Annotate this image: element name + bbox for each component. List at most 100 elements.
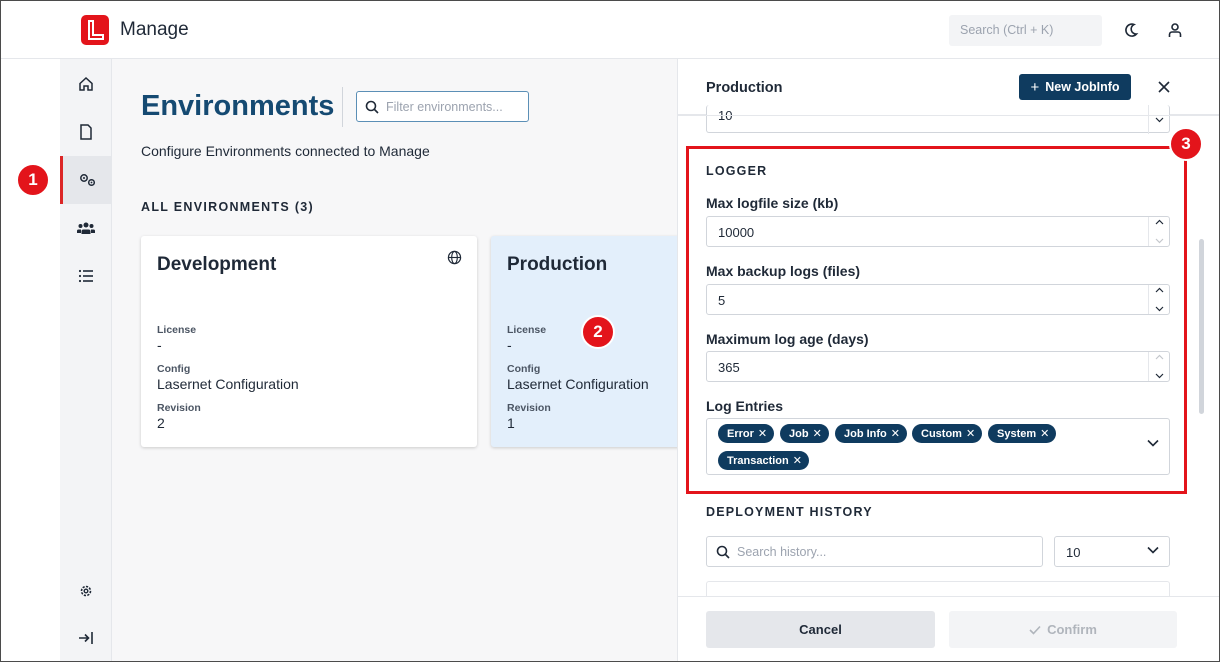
max-backup-input[interactable]: 5 [706, 284, 1170, 315]
log-entries-multiselect[interactable]: Error ✕ Job ✕ Job Info ✕ Custom ✕ System ✕ Tr… [706, 418, 1170, 475]
confirm-button[interactable]: Confirm [949, 611, 1177, 648]
sidebar-item-users[interactable] [60, 204, 112, 252]
chip-label: Custom [921, 427, 962, 440]
config-value: Lasernet Configuration [157, 376, 299, 392]
license-value: - [157, 337, 162, 353]
config-label: Config [507, 363, 541, 375]
deployment-history-heading: DEPLOYMENT HISTORY [706, 505, 873, 519]
chevron-down-icon[interactable] [1147, 439, 1159, 447]
remove-chip-icon[interactable]: ✕ [1040, 427, 1049, 440]
check-icon [1029, 625, 1041, 635]
number-stepper[interactable] [1148, 217, 1169, 246]
filter-placeholder: Filter environments... [386, 99, 503, 114]
sidebar-item-list[interactable] [60, 252, 112, 300]
remove-chip-icon[interactable]: ✕ [891, 427, 900, 440]
environment-card-development[interactable]: Development License - Config Lasernet Co… [141, 236, 477, 447]
chip-system: System ✕ [988, 424, 1057, 443]
max-logfile-value: 10000 [718, 225, 755, 240]
chip-label: Error [727, 427, 754, 440]
panel-footer: Cancel Confirm [678, 596, 1219, 661]
search-icon [365, 100, 379, 114]
close-icon[interactable] [1153, 76, 1175, 98]
max-age-label: Maximum log age (days) [706, 331, 869, 347]
app-logo-icon [81, 15, 109, 45]
number-stepper[interactable] [1148, 352, 1169, 381]
plus-icon: + [1030, 78, 1040, 96]
page-subtitle: Configure Environments connected to Mana… [141, 143, 430, 159]
sidebar-item-logout[interactable] [60, 614, 112, 661]
chevron-down-icon [1155, 373, 1163, 379]
settings-icon [80, 585, 92, 597]
new-jobinfo-button[interactable]: + New JobInfo [1019, 74, 1131, 100]
panel-title: Production [706, 80, 783, 96]
max-logfile-label: Max logfile size (kb) [706, 195, 839, 211]
chip-transaction: Transaction ✕ [718, 451, 809, 470]
config-label: Config [157, 363, 191, 375]
home-icon [79, 76, 93, 91]
max-backup-value: 5 [718, 293, 726, 308]
all-environments-label: ALL ENVIRONMENTS (3) [141, 200, 314, 214]
number-stepper[interactable] [1148, 285, 1169, 314]
license-value: - [507, 337, 512, 353]
filter-environments-input[interactable]: Filter environments... [356, 91, 529, 122]
max-backup-label: Max backup logs (files) [706, 263, 861, 279]
max-age-value: 365 [718, 360, 740, 375]
page-size-select[interactable]: 10 [1054, 536, 1170, 567]
page-size-value: 10 [1066, 545, 1081, 560]
moon-icon[interactable] [1120, 19, 1142, 41]
top-select-field[interactable]: 10 [706, 105, 1170, 134]
sidebar-item-documents[interactable] [60, 108, 112, 156]
title-divider [342, 87, 343, 127]
app-window: Manage Search (Ctrl + K) Environments Fi… [0, 0, 1220, 662]
chevron-up-icon [1155, 287, 1163, 293]
revision-value: 1 [507, 415, 515, 431]
chip-label: Job Info [844, 427, 887, 440]
page-title: Environments [141, 90, 335, 122]
chip-custom: Custom ✕ [912, 424, 983, 443]
history-search-input[interactable]: Search history... [706, 536, 1043, 567]
history-search-placeholder: Search history... [737, 544, 827, 559]
cancel-button[interactable]: Cancel [706, 611, 935, 648]
sidebar-item-environments[interactable] [60, 156, 112, 204]
annotation-badge-3: 3 [1169, 127, 1203, 161]
panel-divider [678, 115, 1219, 116]
environments-page: Environments Filter environments... Conf… [112, 59, 677, 661]
user-icon[interactable] [1164, 19, 1186, 41]
max-age-input[interactable]: 365 [706, 351, 1170, 382]
annotation-badge-1: 1 [16, 163, 50, 197]
chip-error: Error ✕ [718, 424, 775, 443]
chip-label: Job [789, 427, 809, 440]
logger-heading: LOGGER [706, 164, 768, 178]
chevron-down-icon [1147, 546, 1159, 554]
remove-chip-icon[interactable]: ✕ [966, 427, 975, 440]
config-value: Lasernet Configuration [507, 376, 649, 392]
revision-value: 2 [157, 415, 165, 431]
chip-job-info: Job Info ✕ [835, 424, 907, 443]
remove-chip-icon[interactable]: ✕ [793, 454, 802, 467]
log-entries-label: Log Entries [706, 398, 784, 414]
chevron-down-icon [1155, 238, 1163, 244]
revision-label: Revision [157, 402, 201, 414]
chevron-up-icon [1155, 354, 1163, 360]
chevron-down-icon [1155, 306, 1163, 312]
top-bar: Manage Search (Ctrl + K) [1, 1, 1219, 59]
chevron-up-icon [1155, 219, 1163, 225]
app-title: Manage [120, 19, 189, 40]
max-logfile-input[interactable]: 10000 [706, 216, 1170, 247]
sidebar-item-settings[interactable] [60, 567, 112, 615]
card-title: Development [157, 254, 277, 275]
new-jobinfo-label: New JobInfo [1045, 80, 1120, 94]
revision-label: Revision [507, 402, 551, 414]
confirm-label: Confirm [1047, 622, 1097, 637]
remove-chip-icon[interactable]: ✕ [758, 427, 767, 440]
license-label: License [157, 324, 197, 336]
panel-scrollbar[interactable] [1199, 239, 1204, 414]
remove-chip-icon[interactable]: ✕ [813, 427, 822, 440]
users-icon [77, 222, 95, 234]
license-label: License [507, 324, 547, 336]
global-search-input[interactable]: Search (Ctrl + K) [949, 15, 1102, 46]
chip-label: Transaction [727, 454, 789, 467]
search-icon [716, 545, 730, 559]
sidebar-item-home[interactable] [60, 60, 112, 108]
document-icon [80, 124, 92, 140]
